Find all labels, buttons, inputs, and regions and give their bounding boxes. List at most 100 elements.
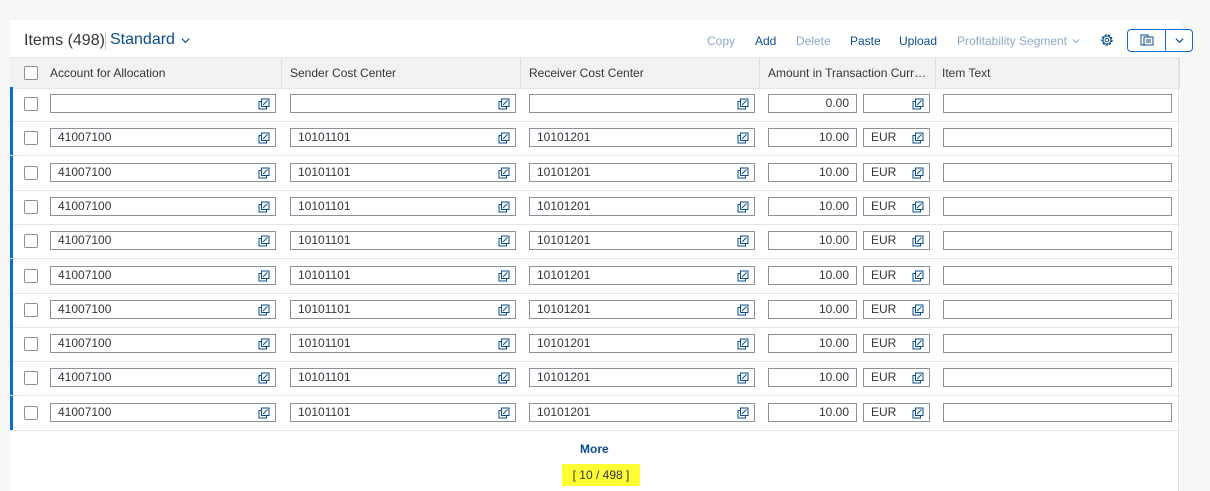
copy-button[interactable]: Copy [707,34,735,48]
column-header-sender[interactable]: Sender Cost Center [290,58,520,88]
upload-button[interactable]: Upload [899,34,937,48]
account-field[interactable]: 41007100 [50,162,276,182]
receiver-cost-center-field[interactable]: 10101201 [529,402,755,422]
sender-cost-center-field[interactable]: 10101101 [290,334,516,354]
value-help-icon[interactable] [258,201,270,213]
sender-cost-center-field[interactable] [290,94,516,113]
table-row[interactable]: 41007100 10101101 10101201 10.00 EUR [10,189,1180,225]
value-help-icon[interactable] [737,235,749,247]
item-text-field[interactable] [943,334,1172,354]
item-text-field[interactable] [943,94,1172,113]
value-help-icon[interactable] [912,235,924,247]
value-help-icon[interactable] [498,167,510,179]
value-help-icon[interactable] [912,98,924,110]
value-help-icon[interactable] [737,304,749,316]
amount-field[interactable]: 10.00 [768,196,857,216]
value-help-icon[interactable] [498,98,510,110]
value-help-icon[interactable] [912,201,924,213]
column-header-amount[interactable]: Amount in Transaction Curre... [768,58,930,88]
sender-cost-center-field[interactable]: 10101101 [290,265,516,285]
value-help-icon[interactable] [498,132,510,144]
value-help-icon[interactable] [737,167,749,179]
value-help-icon[interactable] [737,201,749,213]
amount-field[interactable]: 10.00 [768,128,857,148]
currency-field[interactable]: EUR [863,196,930,216]
row-checkbox[interactable] [24,97,38,111]
table-row[interactable]: 41007100 10101101 10101201 10.00 EUR [10,258,1180,294]
delete-button[interactable]: Delete [796,34,831,48]
sender-cost-center-field[interactable]: 10101101 [290,162,516,182]
amount-field[interactable]: 10.00 [768,265,857,285]
value-help-icon[interactable] [258,338,270,350]
item-text-field[interactable] [943,265,1172,285]
value-help-icon[interactable] [498,201,510,213]
account-field[interactable]: 41007100 [50,368,276,388]
receiver-cost-center-field[interactable]: 10101201 [529,299,755,319]
table-row[interactable]: 41007100 10101101 10101201 10.00 EUR [10,292,1180,328]
receiver-cost-center-field[interactable]: 10101201 [529,196,755,216]
value-help-icon[interactable] [258,407,270,419]
gear-icon[interactable] [1099,32,1115,48]
value-help-icon[interactable] [912,304,924,316]
more-button[interactable]: More [580,442,609,456]
export-split-button[interactable] [1127,29,1193,52]
receiver-cost-center-field[interactable]: 10101201 [529,231,755,251]
value-help-icon[interactable] [912,407,924,419]
select-all-checkbox[interactable] [24,66,38,80]
account-field[interactable]: 41007100 [50,265,276,285]
item-text-field[interactable] [943,128,1172,148]
value-help-icon[interactable] [737,132,749,144]
row-checkbox[interactable] [24,165,38,180]
table-row[interactable]: 41007100 10101101 10101201 10.00 EUR [10,361,1180,397]
currency-field[interactable]: EUR [863,368,930,388]
value-help-icon[interactable] [258,372,270,384]
receiver-cost-center-field[interactable]: 10101201 [529,334,755,354]
item-text-field[interactable] [943,299,1172,319]
column-header-account[interactable]: Account for Allocation [50,58,280,88]
item-text-field[interactable] [943,368,1172,388]
table-row[interactable]: 41007100 10101101 10101201 10.00 EUR [10,395,1180,431]
currency-field[interactable]: EUR [863,265,930,285]
sender-cost-center-field[interactable]: 10101101 [290,128,516,148]
value-help-icon[interactable] [498,372,510,384]
table-row[interactable]: 41007100 10101101 10101201 10.00 EUR [10,224,1180,260]
profitability-segment-button[interactable]: Profitability Segment [957,34,1080,48]
currency-field[interactable]: EUR [863,299,930,319]
amount-field[interactable]: 10.00 [768,402,857,422]
table-row[interactable]: 0.00 [10,87,1180,122]
value-help-icon[interactable] [737,270,749,282]
value-help-icon[interactable] [737,372,749,384]
row-checkbox[interactable] [24,199,38,214]
receiver-cost-center-field[interactable]: 10101201 [529,368,755,388]
value-help-icon[interactable] [258,270,270,282]
item-text-field[interactable] [943,196,1172,216]
account-field[interactable]: 41007100 [50,231,276,251]
value-help-icon[interactable] [258,235,270,247]
account-field[interactable]: 41007100 [50,128,276,148]
row-checkbox[interactable] [24,302,38,317]
sender-cost-center-field[interactable]: 10101101 [290,402,516,422]
currency-field[interactable]: EUR [863,128,930,148]
value-help-icon[interactable] [737,98,749,110]
currency-field[interactable]: EUR [863,402,930,422]
item-text-field[interactable] [943,162,1172,182]
sender-cost-center-field[interactable]: 10101101 [290,196,516,216]
add-button[interactable]: Add [755,34,776,48]
receiver-cost-center-field[interactable]: 10101201 [529,128,755,148]
receiver-cost-center-field[interactable] [529,94,755,113]
currency-field[interactable]: EUR [863,334,930,354]
value-help-icon[interactable] [258,304,270,316]
sender-cost-center-field[interactable]: 10101101 [290,368,516,388]
value-help-icon[interactable] [912,132,924,144]
row-checkbox[interactable] [24,268,38,283]
value-help-icon[interactable] [498,304,510,316]
value-help-icon[interactable] [498,235,510,247]
table-row[interactable]: 41007100 10101101 10101201 10.00 EUR [10,155,1180,191]
sender-cost-center-field[interactable]: 10101101 [290,299,516,319]
amount-field[interactable]: 10.00 [768,231,857,251]
amount-field[interactable]: 10.00 [768,299,857,319]
currency-field[interactable]: EUR [863,162,930,182]
value-help-icon[interactable] [498,270,510,282]
export-menu-button[interactable] [1166,30,1192,51]
amount-field[interactable]: 10.00 [768,162,857,182]
